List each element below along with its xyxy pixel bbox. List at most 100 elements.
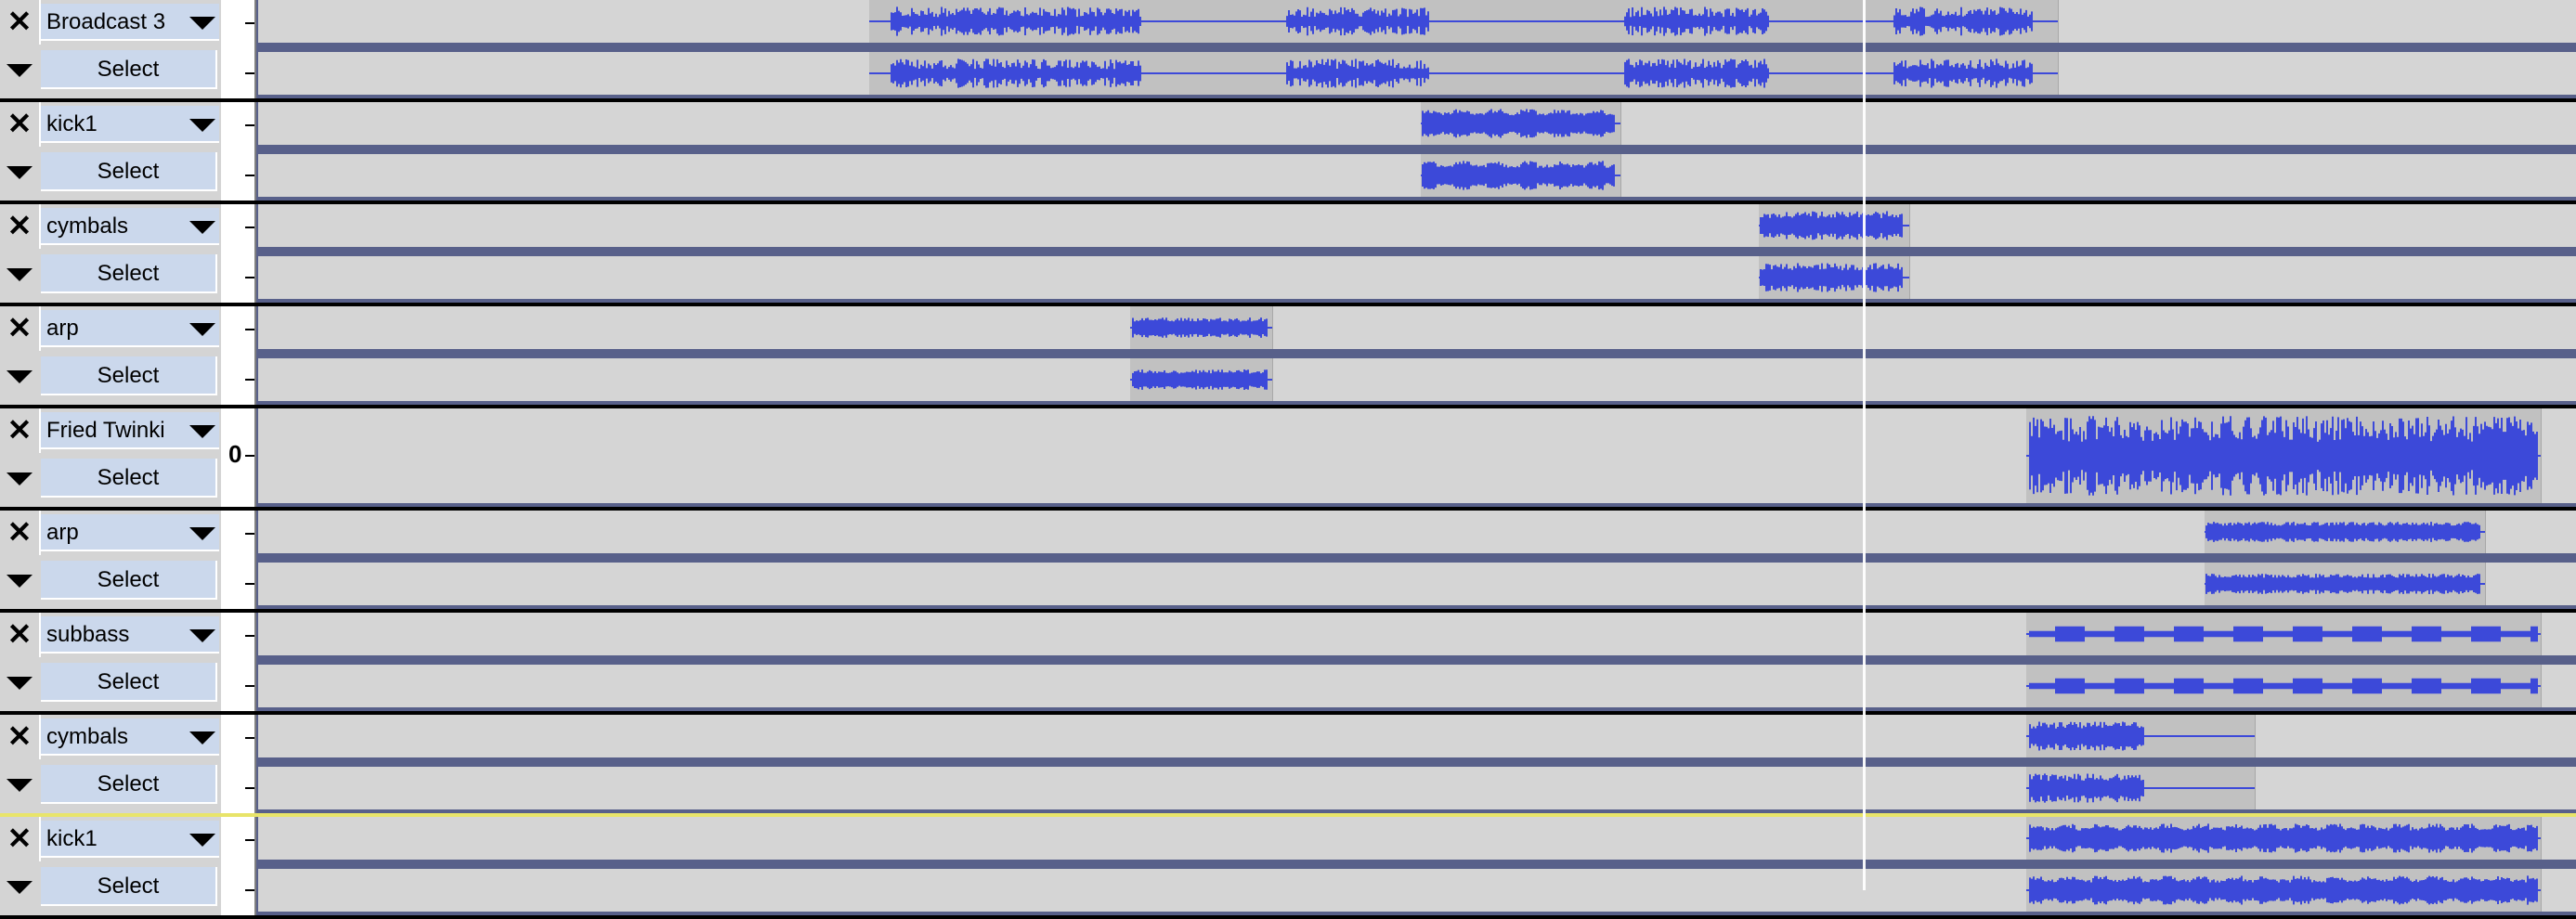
collapse-triangle-icon[interactable] [0, 457, 41, 499]
select-button[interactable]: Select [41, 356, 217, 395]
right-channel-lane[interactable] [258, 665, 2576, 707]
audio-clip[interactable] [2205, 511, 2486, 553]
select-button[interactable]: Select [41, 765, 217, 804]
right-channel-lane[interactable] [258, 154, 2576, 197]
right-channel-lane[interactable] [258, 767, 2576, 809]
audio-clip[interactable] [2026, 767, 2256, 809]
track-t5[interactable]: ✕ Fried Twinki Select 0 [0, 408, 2576, 511]
left-channel-lane[interactable] [258, 102, 2576, 145]
audio-clip[interactable] [2026, 715, 2256, 757]
left-channel-lane[interactable] [258, 0, 2576, 43]
right-channel-lane[interactable] [258, 563, 2576, 605]
audio-clip[interactable] [2026, 665, 2542, 707]
right-channel-lane[interactable] [258, 256, 2576, 299]
close-icon[interactable]: ✕ [0, 817, 41, 861]
track-name-menu[interactable]: arp [41, 514, 219, 551]
select-button[interactable]: Select [41, 459, 217, 498]
close-icon[interactable]: ✕ [0, 204, 41, 249]
track-name-menu[interactable]: kick1 [41, 106, 219, 143]
audio-clip[interactable] [1421, 102, 1621, 145]
close-icon[interactable]: ✕ [0, 511, 41, 555]
waveform [2205, 574, 2480, 594]
close-icon[interactable]: ✕ [0, 408, 41, 453]
chevron-down-icon[interactable] [189, 17, 215, 30]
track-name-menu[interactable]: kick1 [41, 821, 219, 858]
track-name-menu[interactable]: cymbals [41, 718, 219, 756]
audio-clip[interactable] [869, 0, 2059, 43]
audio-clip[interactable] [1759, 256, 1910, 299]
left-channel-lane[interactable] [258, 817, 2576, 860]
audio-clip[interactable] [1130, 358, 1273, 401]
track-t2[interactable]: ✕ kick1 Select [0, 102, 2576, 204]
chevron-down-icon[interactable] [189, 425, 215, 438]
chevron-down-icon[interactable] [189, 731, 215, 744]
track-name-menu[interactable]: arp [41, 310, 219, 347]
track-t7[interactable]: ✕ subbass Select [0, 613, 2576, 715]
collapse-triangle-icon[interactable] [0, 559, 41, 602]
collapse-triangle-icon[interactable] [0, 355, 41, 397]
audio-clip[interactable] [2205, 563, 2486, 605]
select-button[interactable]: Select [41, 663, 217, 702]
right-channel-lane[interactable] [258, 358, 2576, 401]
left-channel-lane[interactable] [258, 613, 2576, 655]
right-channel-lane[interactable] [258, 869, 2576, 912]
left-channel-lane[interactable] [258, 204, 2576, 247]
audio-clip[interactable] [1759, 204, 1910, 247]
right-channel-lane[interactable] [258, 52, 2576, 95]
audio-clip[interactable] [2026, 817, 2542, 860]
track-name-menu[interactable]: cymbals [41, 208, 219, 245]
track-select-row: Select [0, 661, 221, 704]
audio-clip[interactable] [1130, 306, 1273, 349]
collapse-triangle-icon[interactable] [0, 150, 41, 193]
chevron-down-icon[interactable] [189, 119, 215, 132]
audio-clip[interactable] [2026, 869, 2542, 912]
left-channel-lane[interactable] [258, 306, 2576, 349]
close-icon[interactable]: ✕ [0, 0, 41, 45]
select-button[interactable]: Select [41, 50, 217, 89]
track-name-menu[interactable]: Fried Twinki [41, 412, 219, 449]
select-button[interactable]: Select [41, 561, 217, 600]
audio-clip[interactable] [2026, 408, 2542, 503]
left-channel-lane[interactable] [258, 511, 2576, 553]
channel-divider [258, 145, 2576, 154]
chevron-down-icon[interactable] [189, 629, 215, 642]
select-button[interactable]: Select [41, 152, 217, 191]
track-control-panel: ✕ arp Select [0, 306, 221, 405]
track-name-menu[interactable]: subbass [41, 616, 219, 654]
track-t6[interactable]: ✕ arp Select [0, 511, 2576, 613]
close-icon[interactable]: ✕ [0, 102, 41, 147]
audio-clip[interactable] [1421, 154, 1621, 197]
vertical-ruler [221, 511, 256, 609]
triangle-shape [7, 472, 33, 485]
track-t9[interactable]: ✕ kick1 Select [0, 817, 2576, 919]
select-button[interactable]: Select [41, 254, 217, 293]
track-t8[interactable]: ✕ cymbals Select [0, 715, 2576, 817]
chevron-down-icon[interactable] [189, 834, 215, 847]
ruler-tick [245, 227, 254, 228]
track-select-row: Select [0, 48, 221, 91]
clip-waveform [2026, 773, 2255, 803]
track-name-menu[interactable]: Broadcast 3 [41, 4, 219, 41]
chevron-down-icon[interactable] [189, 527, 215, 540]
ruler-tick [245, 583, 254, 585]
track-header-row: ✕ Fried Twinki [0, 408, 221, 453]
collapse-triangle-icon[interactable] [0, 48, 41, 91]
select-button[interactable]: Select [41, 867, 217, 906]
close-icon[interactable]: ✕ [0, 613, 41, 657]
collapse-triangle-icon[interactable] [0, 865, 41, 908]
waveform [1760, 263, 1903, 292]
track-t3[interactable]: ✕ cymbals Select [0, 204, 2576, 306]
audio-clip[interactable] [2026, 613, 2542, 655]
mono-channel-lane[interactable] [258, 408, 2576, 503]
close-icon[interactable]: ✕ [0, 306, 41, 351]
close-icon[interactable]: ✕ [0, 715, 41, 759]
left-channel-lane[interactable] [258, 715, 2576, 757]
chevron-down-icon[interactable] [189, 221, 215, 234]
audio-clip[interactable] [869, 52, 2059, 95]
chevron-down-icon[interactable] [189, 323, 215, 336]
track-t1[interactable]: ✕ Broadcast 3 Select [0, 0, 2576, 102]
collapse-triangle-icon[interactable] [0, 763, 41, 806]
track-t4[interactable]: ✕ arp Select [0, 306, 2576, 408]
collapse-triangle-icon[interactable] [0, 661, 41, 704]
collapse-triangle-icon[interactable] [0, 252, 41, 295]
